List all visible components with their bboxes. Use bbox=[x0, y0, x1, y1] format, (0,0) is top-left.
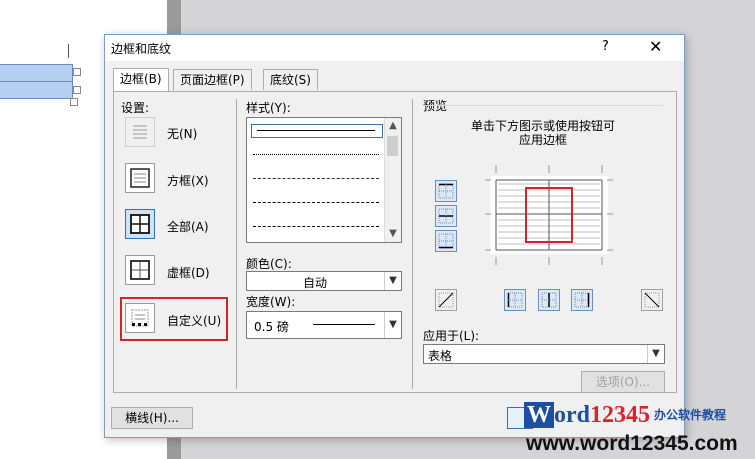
watermark-ord: ord bbox=[554, 402, 590, 428]
watermark-chinese: 办公软件教程 bbox=[654, 408, 727, 422]
right-border-icon[interactable] bbox=[571, 289, 593, 311]
left-border-icon[interactable] bbox=[504, 289, 526, 311]
width-heading: 宽度(W): bbox=[246, 295, 296, 309]
chevron-down-icon[interactable]: ▼ bbox=[384, 272, 401, 290]
setting-grid-label[interactable]: 虚框(D) bbox=[167, 264, 210, 281]
title-bar: 边框和底纹 ? ✕ bbox=[105, 35, 684, 61]
all-borders-icon[interactable] bbox=[125, 209, 155, 239]
row-end-marker bbox=[73, 68, 81, 76]
apply-to-select[interactable]: 表格 ▼ bbox=[423, 344, 665, 364]
border-preview[interactable] bbox=[490, 176, 608, 254]
style-item-dash-dot[interactable] bbox=[253, 226, 379, 227]
close-button[interactable]: ✕ bbox=[649, 37, 662, 56]
diagonal-up-border-icon[interactable] bbox=[641, 289, 663, 311]
preview-description: 单击下方图示或使用按钮可 应用边框 bbox=[443, 119, 643, 147]
scroll-up-icon[interactable]: ▲ bbox=[385, 118, 401, 134]
style-item-dense-dashed[interactable] bbox=[253, 178, 379, 179]
watermark-url: www.word12345.com bbox=[526, 432, 738, 455]
tab-page-border[interactable]: 页面边框(P) bbox=[173, 69, 252, 90]
apply-to-heading: 应用于(L): bbox=[423, 329, 480, 343]
chevron-down-icon[interactable]: ▼ bbox=[647, 345, 664, 363]
row-end-marker bbox=[73, 86, 81, 94]
watermark-w: W bbox=[524, 402, 554, 428]
borders-shading-dialog: 边框和底纹 ? ✕ 边框(B) 页面边框(P) 底纹(S) 设置: 无(N) 方… bbox=[104, 34, 685, 438]
options-button[interactable]: 选项(O)... bbox=[581, 371, 665, 393]
horizontal-line-button[interactable]: 横线(H)... bbox=[111, 407, 193, 429]
width-select[interactable]: 0.5 磅 ▼ bbox=[246, 311, 402, 339]
setting-all-label[interactable]: 全部(A) bbox=[167, 218, 209, 235]
style-item-solid[interactable] bbox=[257, 130, 375, 131]
bottom-border-icon[interactable] bbox=[435, 230, 457, 252]
style-separator bbox=[412, 99, 413, 389]
color-heading: 颜色(C): bbox=[246, 257, 292, 271]
inside-horizontal-border-icon[interactable] bbox=[435, 205, 457, 227]
apply-to-value: 表格 bbox=[428, 349, 453, 363]
diagonal-down-border-icon[interactable] bbox=[435, 289, 457, 311]
dialog-title: 边框和底纹 bbox=[111, 42, 172, 56]
style-item-dashed[interactable] bbox=[253, 202, 379, 203]
style-list[interactable]: ▲ ▼ bbox=[246, 117, 402, 243]
table-guide-line bbox=[68, 44, 69, 58]
setting-none-label[interactable]: 无(N) bbox=[167, 125, 197, 142]
preview-divider bbox=[423, 105, 663, 106]
table-resize-handle[interactable] bbox=[70, 98, 78, 106]
scroll-down-icon[interactable]: ▼ bbox=[385, 226, 401, 242]
inside-vertical-border-icon[interactable] bbox=[538, 289, 560, 311]
help-button[interactable]: ? bbox=[602, 39, 609, 54]
tab-shading[interactable]: 底纹(S) bbox=[263, 69, 318, 90]
color-select[interactable]: 自动 ▼ bbox=[246, 271, 402, 291]
top-border-icon[interactable] bbox=[435, 180, 457, 202]
scroll-thumb[interactable] bbox=[387, 136, 398, 156]
style-scrollbar[interactable]: ▲ ▼ bbox=[384, 118, 401, 242]
preview-description-line1: 单击下方图示或使用按钮可 bbox=[470, 119, 615, 133]
style-heading: 样式(Y): bbox=[246, 101, 291, 115]
table-row[interactable] bbox=[0, 64, 73, 82]
settings-separator bbox=[236, 99, 237, 389]
width-value: 0.5 磅 bbox=[254, 320, 289, 334]
chevron-down-icon[interactable]: ▼ bbox=[384, 312, 401, 338]
width-line-sample bbox=[313, 324, 375, 325]
custom-highlight-box bbox=[120, 297, 228, 341]
watermark-number: 12345 bbox=[590, 402, 650, 428]
box-border-icon[interactable] bbox=[125, 163, 155, 193]
site-watermark: Word12345 办公软件教程 www.word12345.com bbox=[524, 398, 755, 459]
preview-diagram bbox=[495, 179, 603, 251]
settings-heading: 设置: bbox=[121, 101, 150, 115]
style-item-dotted[interactable] bbox=[253, 154, 379, 155]
setting-box-label[interactable]: 方框(X) bbox=[167, 172, 209, 189]
color-value: 自动 bbox=[303, 276, 328, 290]
watermark-logo: Word12345 办公软件教程 bbox=[524, 402, 726, 428]
grid-border-icon[interactable] bbox=[125, 255, 155, 285]
table-row[interactable] bbox=[0, 81, 73, 99]
no-border-icon[interactable] bbox=[125, 117, 155, 147]
tab-borders[interactable]: 边框(B) bbox=[113, 68, 169, 91]
style-item-selected[interactable] bbox=[251, 124, 383, 138]
preview-description-line2: 应用边框 bbox=[518, 133, 567, 147]
